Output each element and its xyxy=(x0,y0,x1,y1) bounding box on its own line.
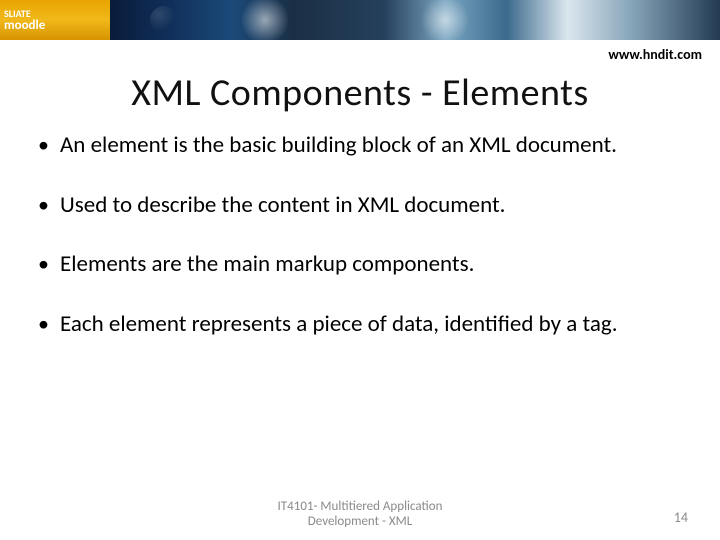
banner-logo-block: SLIATE moodle xyxy=(0,0,110,40)
bullet-item: An element is the basic building block o… xyxy=(38,128,690,164)
bullet-list: An element is the basic building block o… xyxy=(38,128,690,343)
footer-course-line1: IT4101- Multitiered Application xyxy=(0,499,720,515)
top-banner: SLIATE moodle xyxy=(0,0,720,40)
footer-course: IT4101- Multitiered Application Developm… xyxy=(0,499,720,530)
banner-logo-text: SLIATE moodle xyxy=(4,9,45,32)
banner-logo-line2: moodle xyxy=(4,19,45,32)
footer-course-line2: Development - XML xyxy=(0,514,720,530)
slide-title: XML Components - Elements xyxy=(0,70,720,116)
slide: SLIATE moodle www.hndit.com XML Componen… xyxy=(0,0,720,540)
bullet-item: Elements are the main markup components. xyxy=(38,247,690,283)
bullet-item: Each element represents a piece of data,… xyxy=(38,307,690,343)
slide-content: An element is the basic building block o… xyxy=(38,128,690,367)
bullet-item: Used to describe the content in XML docu… xyxy=(38,188,690,224)
banner-logo-line1: SLIATE xyxy=(4,9,45,19)
header-url: www.hndit.com xyxy=(608,46,702,63)
footer-page-number: 14 xyxy=(674,509,688,526)
banner-collage xyxy=(110,0,720,40)
banner-globe-icon xyxy=(150,6,178,34)
